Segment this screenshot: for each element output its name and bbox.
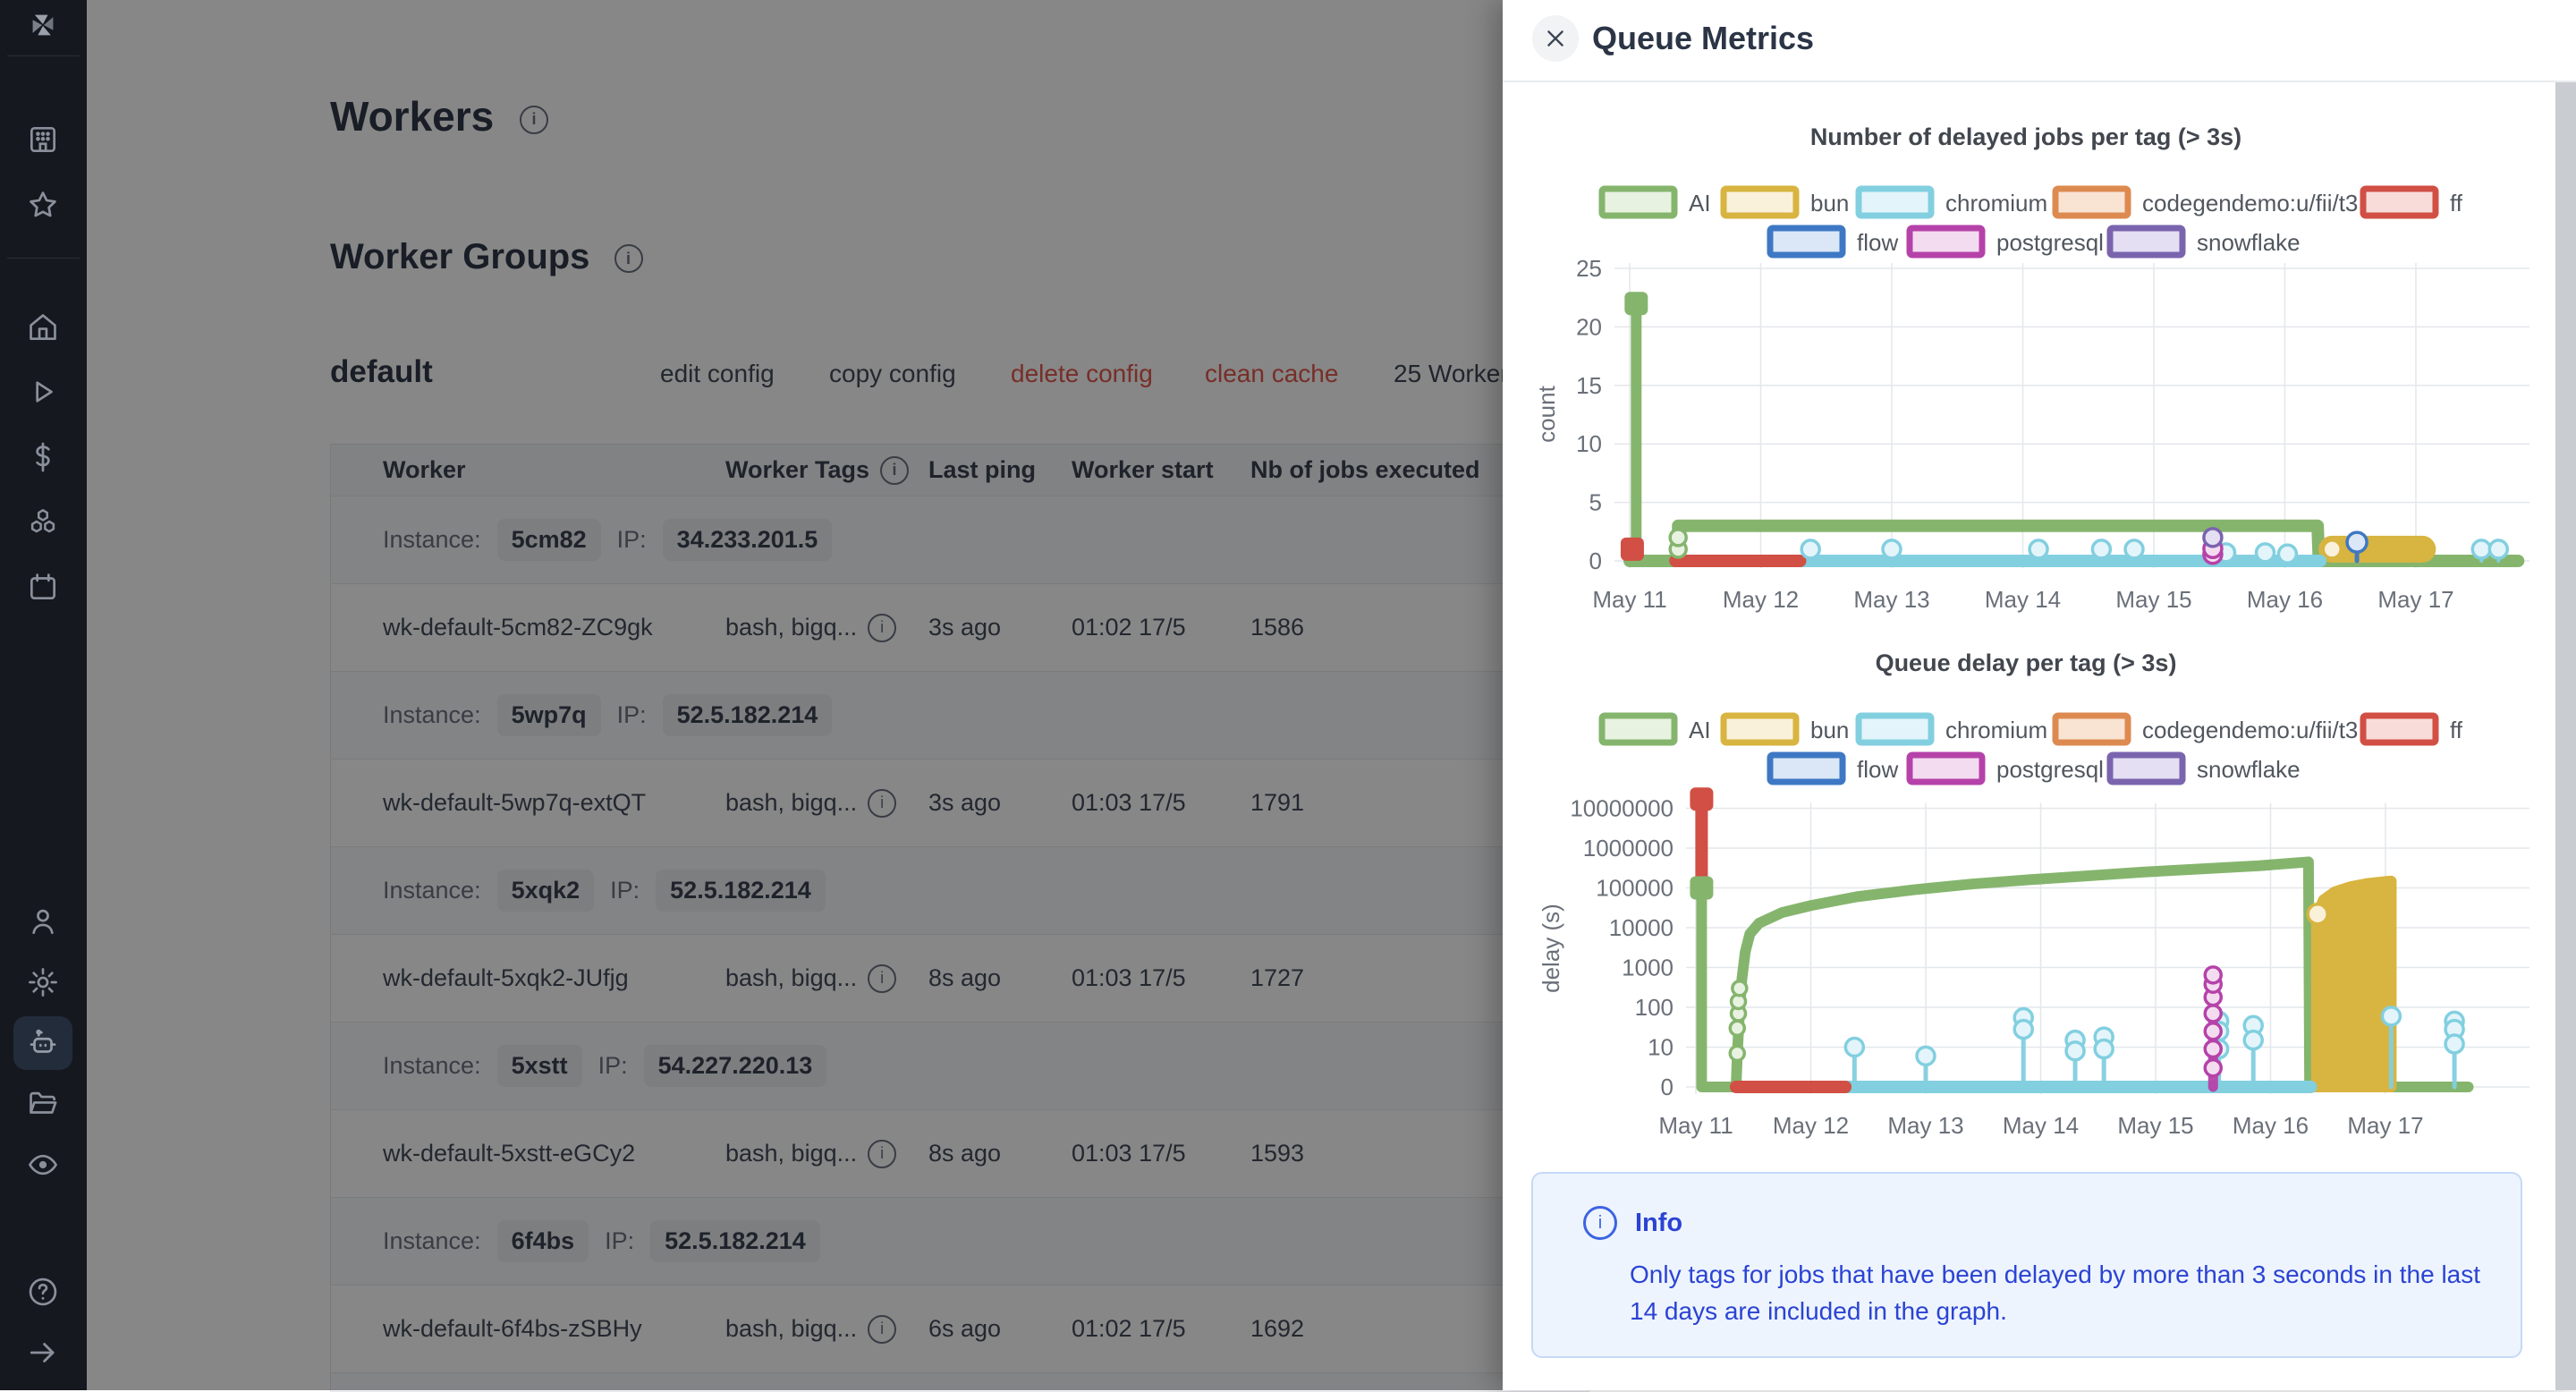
svg-text:May 17: May 17 xyxy=(2377,586,2453,613)
svg-text:May 12: May 12 xyxy=(1773,1112,1849,1139)
svg-text:chromium: chromium xyxy=(1945,717,2047,743)
svg-text:May 11: May 11 xyxy=(1592,586,1666,613)
sidebar-item-audit-logs[interactable] xyxy=(25,1147,61,1183)
close-icon xyxy=(1544,27,1567,50)
svg-text:May 11: May 11 xyxy=(1658,1112,1733,1139)
svg-text:bun: bun xyxy=(1810,190,1849,216)
svg-text:May 13: May 13 xyxy=(1853,586,1929,613)
svg-text:May 12: May 12 xyxy=(1723,586,1799,613)
svg-text:delay (s): delay (s) xyxy=(1538,904,1564,993)
svg-text:Number of delayed jobs per tag: Number of delayed jobs per tag (> 3s) xyxy=(1810,123,2241,150)
svg-text:snowflake: snowflake xyxy=(2197,229,2301,256)
sidebar xyxy=(0,0,87,1390)
svg-text:ff: ff xyxy=(2450,190,2463,216)
sidebar-item-users[interactable] xyxy=(25,904,61,939)
svg-text:May 17: May 17 xyxy=(2347,1112,2423,1139)
svg-text:AI: AI xyxy=(1689,717,1711,743)
svg-text:5: 5 xyxy=(1589,489,1602,516)
svg-text:May 16: May 16 xyxy=(2233,1112,2309,1139)
svg-text:ff: ff xyxy=(2450,717,2463,743)
info-title: Info xyxy=(1635,1209,1682,1238)
drawer-scrollbar[interactable] xyxy=(2555,82,2576,1390)
sidebar-item-workspace[interactable] xyxy=(25,122,61,157)
close-drawer-button[interactable] xyxy=(1532,15,1579,62)
sidebar-divider xyxy=(7,55,80,56)
svg-text:count: count xyxy=(1533,385,1560,442)
svg-text:May 15: May 15 xyxy=(2117,1112,2193,1139)
sidebar-divider xyxy=(7,258,80,259)
svg-text:AI: AI xyxy=(1689,190,1711,216)
sidebar-item-workers[interactable] xyxy=(25,1025,61,1061)
sidebar-item-folders[interactable] xyxy=(25,1086,61,1122)
svg-text:chromium: chromium xyxy=(1945,190,2047,216)
sidebar-item-settings[interactable] xyxy=(25,964,61,1000)
svg-text:bun: bun xyxy=(1810,717,1849,743)
svg-text:100000: 100000 xyxy=(1596,875,1674,902)
svg-text:May 15: May 15 xyxy=(2115,586,2191,613)
collapse-sidebar-icon[interactable] xyxy=(25,1335,61,1371)
queue-metrics-drawer: Queue Metrics Number of delayed jobs per… xyxy=(1503,0,2576,1390)
svg-text:10: 10 xyxy=(1648,1034,1674,1061)
svg-text:1000000: 1000000 xyxy=(1583,835,1674,862)
info-icon xyxy=(1583,1206,1617,1240)
drawer-overlay[interactable] xyxy=(87,0,1503,1390)
svg-text:May 14: May 14 xyxy=(1985,586,2061,613)
svg-text:1000: 1000 xyxy=(1622,955,1674,981)
svg-text:May 14: May 14 xyxy=(2003,1112,2079,1139)
sidebar-item-variables[interactable] xyxy=(25,439,61,475)
svg-text:10: 10 xyxy=(1576,430,1602,457)
svg-text:0: 0 xyxy=(1589,547,1602,574)
svg-text:Queue delay per tag (> 3s): Queue delay per tag (> 3s) xyxy=(1876,649,2177,676)
sidebar-item-runs[interactable] xyxy=(25,374,61,410)
svg-text:postgresql: postgresql xyxy=(1996,756,2104,783)
svg-text:10000000: 10000000 xyxy=(1570,795,1674,822)
svg-text:postgresql: postgresql xyxy=(1996,229,2104,256)
svg-text:25: 25 xyxy=(1576,255,1602,282)
svg-text:flow: flow xyxy=(1857,229,1898,256)
sidebar-item-help[interactable] xyxy=(25,1274,61,1310)
svg-text:codegendemo:u/fii/t3: codegendemo:u/fii/t3 xyxy=(2142,190,2358,216)
info-text: Only tags for jobs that have been delaye… xyxy=(1630,1256,2506,1329)
svg-text:May 16: May 16 xyxy=(2247,586,2323,613)
drawer-title: Queue Metrics xyxy=(1592,20,1814,57)
svg-text:flow: flow xyxy=(1857,756,1898,783)
info-callout: Info Only tags for jobs that have been d… xyxy=(1531,1172,2522,1358)
svg-text:100: 100 xyxy=(1635,994,1674,1021)
svg-text:May 13: May 13 xyxy=(1887,1112,1963,1139)
sidebar-item-home[interactable] xyxy=(25,310,61,345)
sidebar-item-schedules[interactable] xyxy=(25,569,61,605)
svg-text:snowflake: snowflake xyxy=(2197,756,2301,783)
svg-text:codegendemo:u/fii/t3: codegendemo:u/fii/t3 xyxy=(2142,717,2358,743)
windmill-logo[interactable] xyxy=(25,7,61,43)
drawer-header: Queue Metrics xyxy=(1503,0,2576,82)
svg-text:15: 15 xyxy=(1576,372,1602,399)
svg-text:20: 20 xyxy=(1576,313,1602,340)
sidebar-item-favorites[interactable] xyxy=(25,187,61,223)
svg-text:0: 0 xyxy=(1661,1074,1674,1100)
sidebar-item-resources[interactable] xyxy=(25,504,61,539)
svg-text:10000: 10000 xyxy=(1609,914,1674,941)
